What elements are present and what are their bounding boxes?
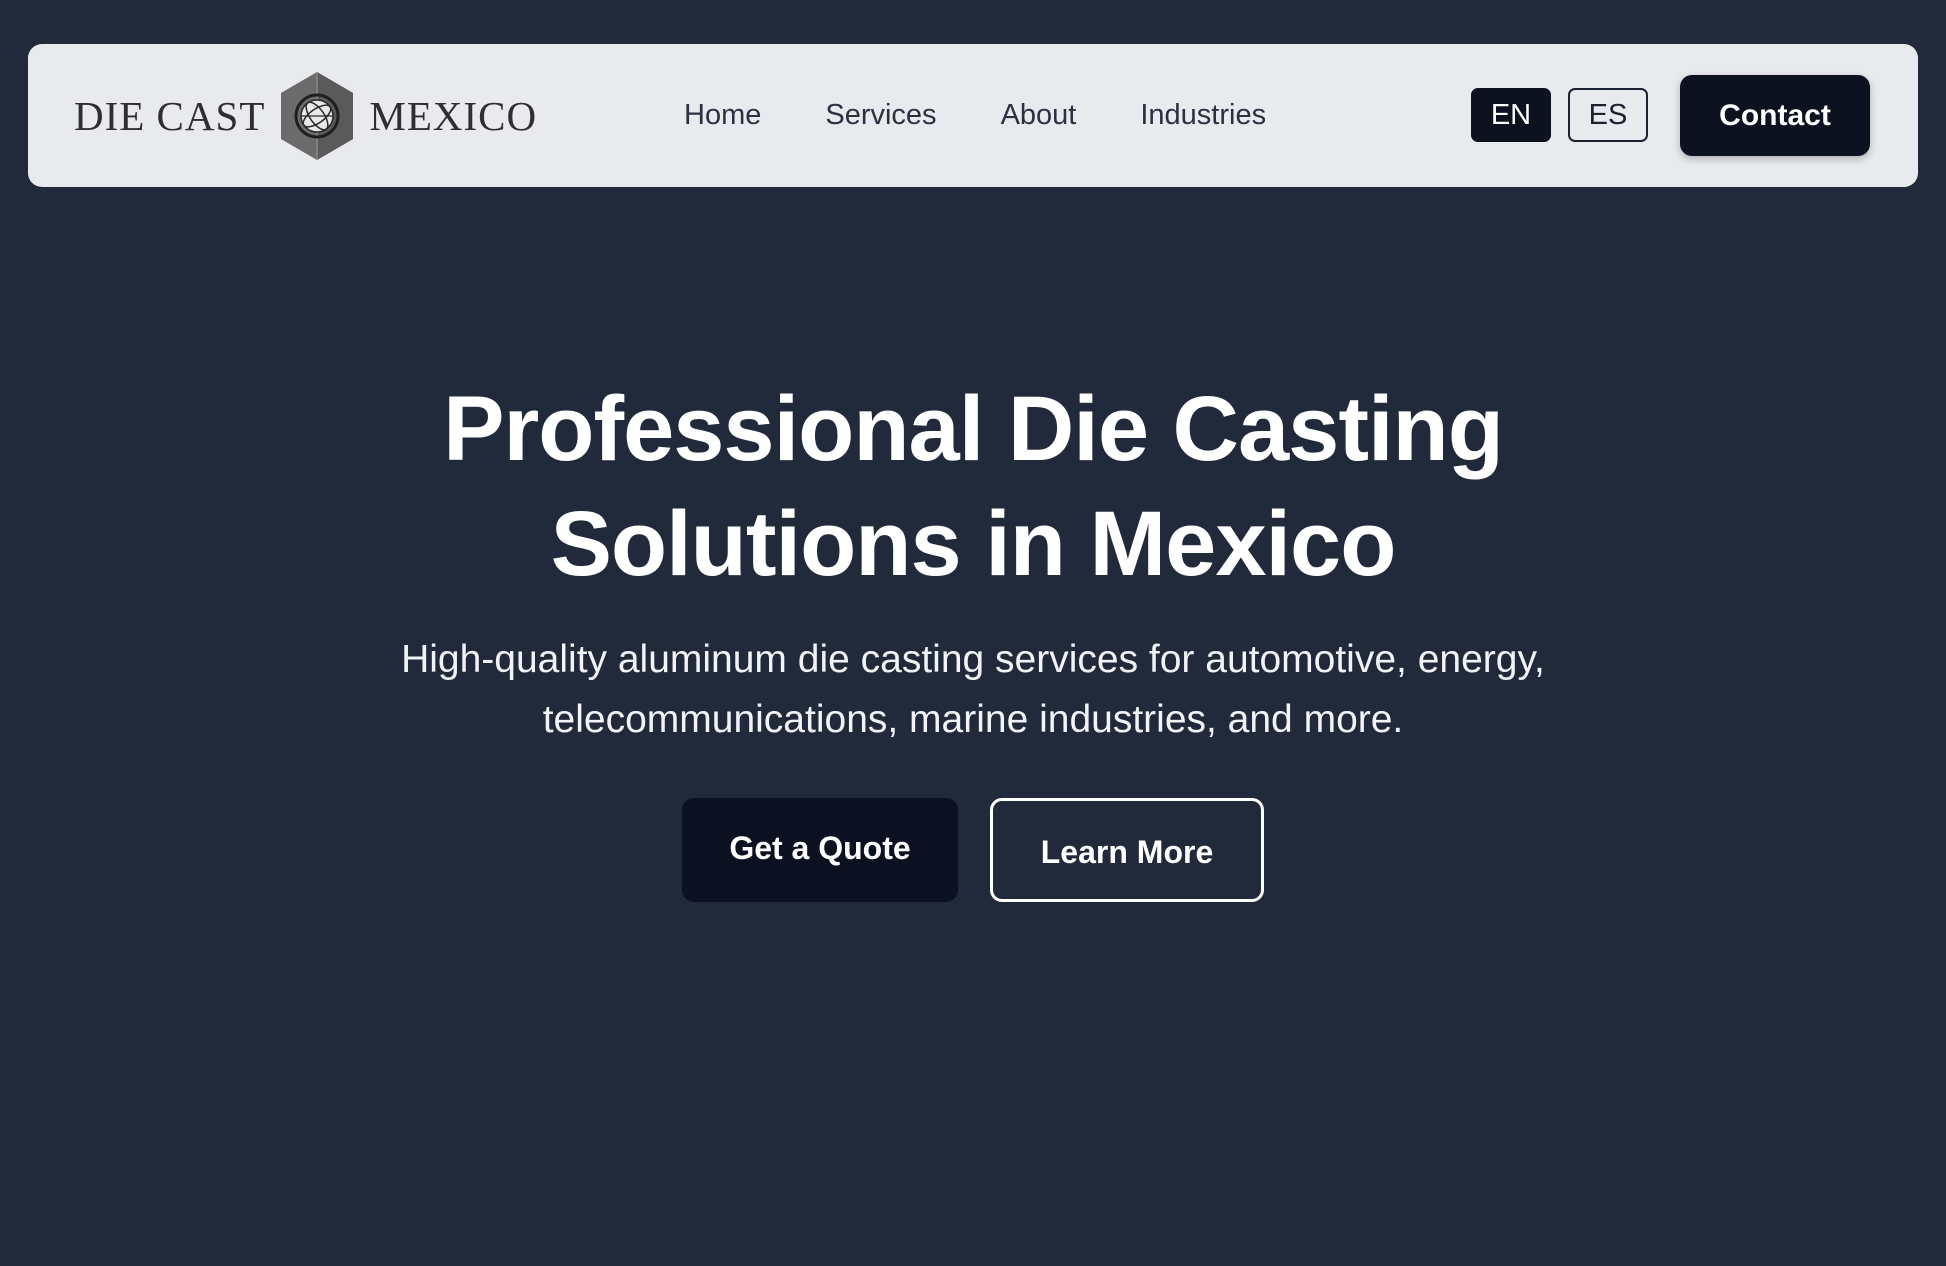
nav-link-industries[interactable]: Industries [1140, 95, 1266, 135]
hero-subtitle-line-2: telecommunications, marine industries, a… [542, 698, 1404, 741]
language-es-button[interactable]: ES [1568, 88, 1648, 142]
get-a-quote-button[interactable]: Get a Quote [682, 798, 958, 902]
main-nav: Home Services About Industries [684, 95, 1266, 135]
hero-subtitle-line-1: High-quality aluminum die casting servic… [401, 638, 1545, 681]
top-navbar: DIE CAST MEXICO Home Services About Indu… [28, 44, 1918, 187]
logo-text-left: DIE CAST [74, 93, 266, 139]
hero-subtitle: High-quality aluminum die casting servic… [370, 630, 1576, 750]
site-logo[interactable]: DIE CAST MEXICO [74, 66, 537, 166]
hero-title: Professional Die Casting Solutions in Me… [0, 372, 1946, 602]
hero-title-line-2: Solutions in Mexico [550, 493, 1397, 595]
learn-more-button[interactable]: Learn More [990, 798, 1264, 902]
hexagon-globe-icon [281, 72, 354, 160]
nav-link-home[interactable]: Home [684, 95, 761, 135]
language-en-button[interactable]: EN [1471, 88, 1551, 142]
nav-link-services[interactable]: Services [825, 95, 936, 135]
logo-text-right: MEXICO [369, 93, 538, 139]
nav-link-about[interactable]: About [1001, 95, 1077, 135]
hero-title-line-1: Professional Die Casting [443, 378, 1504, 480]
contact-button[interactable]: Contact [1680, 75, 1870, 156]
